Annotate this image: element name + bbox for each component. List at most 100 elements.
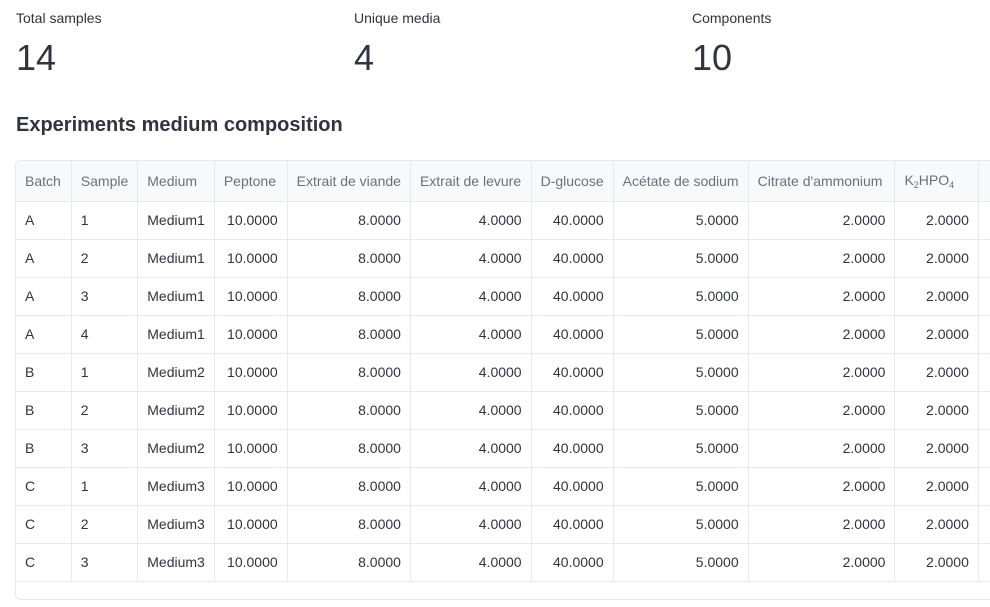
table-row[interactable]: B 1 Medium2 10.0000 8.0000 4.0000 40.0000 5.000…	[16, 353, 990, 392]
cell-extrait-de-viande[interactable]: 8.0000	[287, 505, 411, 544]
cell-acetate-de-sodium[interactable]: 5.0000	[613, 391, 749, 430]
column-header-extrait-de-viande[interactable]: Extrait de viande	[287, 161, 411, 202]
table-row[interactable]: C 3 Medium3 10.0000 8.0000 4.0000 40.0000 5.000…	[16, 543, 990, 582]
cell-citrate-d-ammonium[interactable]: 2.0000	[748, 239, 896, 278]
table-row[interactable]: A 4 Medium1 10.0000 8.0000 4.0000 40.0000 5.000…	[16, 315, 990, 354]
cell-acetate-de-sodium[interactable]: 5.0000	[613, 315, 749, 354]
cell-k2hpo4[interactable]: 2.0000	[894, 353, 979, 392]
table-row[interactable]: B 2 Medium2 10.0000 8.0000 4.0000 40.0000 5.000…	[16, 391, 990, 430]
cell-extrait-de-levure[interactable]: 4.0000	[410, 391, 532, 430]
cell-medium[interactable]: Medium3	[137, 543, 215, 582]
cell-extrait-de-viande[interactable]: 8.0000	[287, 201, 411, 240]
cell-peptone[interactable]: 10.0000	[214, 543, 288, 582]
cell-citrate-d-ammonium[interactable]: 2.0000	[748, 277, 896, 316]
cell-acetate-de-sodium[interactable]: 5.0000	[613, 543, 749, 582]
cell-extrait-de-viande[interactable]: 8.0000	[287, 543, 411, 582]
cell-d-glucose[interactable]: 40.0000	[531, 391, 614, 430]
cell-citrate-d-ammonium[interactable]: 2.0000	[748, 505, 896, 544]
cell-citrate-d-ammonium[interactable]: 2.0000	[748, 315, 896, 354]
cell-d-glucose[interactable]: 40.0000	[531, 467, 614, 506]
cell-extrait-de-viande[interactable]: 8.0000	[287, 315, 411, 354]
cell-peptone[interactable]: 10.0000	[214, 239, 288, 278]
cell-extrait-de-levure[interactable]: 4.0000	[410, 467, 532, 506]
cell-peptone[interactable]: 10.0000	[214, 467, 288, 506]
cell-extrait-de-viande[interactable]: 8.0000	[287, 277, 411, 316]
cell-medium[interactable]: Medium2	[137, 391, 215, 430]
cell-medium[interactable]: Medium3	[137, 467, 215, 506]
cell-k2hpo4[interactable]: 2.0000	[894, 543, 979, 582]
cell-batch[interactable]: B	[16, 391, 72, 430]
cell-extrait-de-viande[interactable]: 8.0000	[287, 391, 411, 430]
cell-k2hpo4[interactable]: 2.0000	[894, 391, 979, 430]
cell-medium[interactable]: Medium1	[137, 315, 215, 354]
cell-d-glucose[interactable]: 40.0000	[531, 315, 614, 354]
cell-peptone[interactable]: 10.0000	[214, 277, 288, 316]
cell-d-glucose[interactable]: 40.0000	[531, 543, 614, 582]
cell-d-glucose[interactable]: 40.0000	[531, 277, 614, 316]
cell-citrate-d-ammonium[interactable]: 2.0000	[748, 353, 896, 392]
cell-peptone[interactable]: 10.0000	[214, 201, 288, 240]
cell-sample[interactable]: 3	[71, 543, 139, 582]
cell-citrate-d-ammonium[interactable]: 2.0000	[748, 467, 896, 506]
cell-extrait-de-levure[interactable]: 4.0000	[410, 505, 532, 544]
cell-k2hpo4[interactable]: 2.0000	[894, 429, 979, 468]
cell-sample[interactable]: 4	[71, 315, 139, 354]
cell-medium[interactable]: Medium1	[137, 277, 215, 316]
cell-acetate-de-sodium[interactable]: 5.0000	[613, 429, 749, 468]
cell-batch[interactable]: B	[16, 353, 72, 392]
column-header-citrate-d-ammonium[interactable]: Citrate d'ammonium	[748, 161, 896, 202]
cell-d-glucose[interactable]: 40.0000	[531, 429, 614, 468]
cell-acetate-de-sodium[interactable]: 5.0000	[613, 239, 749, 278]
cell-peptone[interactable]: 10.0000	[214, 505, 288, 544]
cell-extrait-de-levure[interactable]: 4.0000	[410, 239, 532, 278]
cell-k2hpo4[interactable]: 2.0000	[894, 239, 979, 278]
cell-extrait-de-levure[interactable]: 4.0000	[410, 201, 532, 240]
cell-extrait-de-levure[interactable]: 4.0000	[410, 429, 532, 468]
cell-extrait-de-viande[interactable]: 8.0000	[287, 467, 411, 506]
column-header-batch[interactable]: Batch	[16, 161, 72, 202]
cell-sample[interactable]: 1	[71, 467, 139, 506]
cell-peptone[interactable]: 10.0000	[214, 429, 288, 468]
cell-sample[interactable]: 2	[71, 391, 139, 430]
cell-sample[interactable]: 1	[71, 201, 139, 240]
column-header-acetate-de-sodium[interactable]: Acétate de sodium	[613, 161, 749, 202]
cell-acetate-de-sodium[interactable]: 5.0000	[613, 467, 749, 506]
column-header-d-glucose[interactable]: D-glucose	[531, 161, 614, 202]
cell-extrait-de-levure[interactable]: 4.0000	[410, 353, 532, 392]
cell-sample[interactable]: 1	[71, 353, 139, 392]
cell-k2hpo4[interactable]: 2.0000	[894, 505, 979, 544]
cell-citrate-d-ammonium[interactable]: 2.0000	[748, 429, 896, 468]
cell-medium[interactable]: Medium2	[137, 429, 215, 468]
table-row[interactable]: B 3 Medium2 10.0000 8.0000 4.0000 40.0000 5.000…	[16, 429, 990, 468]
column-header-k2hpo4[interactable]: K2HPO4	[894, 161, 979, 202]
cell-d-glucose[interactable]: 40.0000	[531, 239, 614, 278]
cell-acetate-de-sodium[interactable]: 5.0000	[613, 353, 749, 392]
cell-peptone[interactable]: 10.0000	[214, 391, 288, 430]
cell-medium[interactable]: Medium1	[137, 201, 215, 240]
table-row[interactable]: C 1 Medium3 10.0000 8.0000 4.0000 40.0000 5.000…	[16, 467, 990, 506]
cell-batch[interactable]: C	[16, 543, 72, 582]
cell-medium[interactable]: Medium3	[137, 505, 215, 544]
cell-peptone[interactable]: 10.0000	[214, 315, 288, 354]
cell-k2hpo4[interactable]: 2.0000	[894, 315, 979, 354]
cell-batch[interactable]: A	[16, 315, 72, 354]
cell-citrate-d-ammonium[interactable]: 2.0000	[748, 391, 896, 430]
cell-batch[interactable]: C	[16, 467, 72, 506]
cell-batch[interactable]: B	[16, 429, 72, 468]
cell-extrait-de-levure[interactable]: 4.0000	[410, 277, 532, 316]
data-table[interactable]: Batch Sample Medium Peptone Extrait de v…	[15, 160, 990, 600]
cell-medium[interactable]: Medium2	[137, 353, 215, 392]
cell-batch[interactable]: A	[16, 239, 72, 278]
cell-d-glucose[interactable]: 40.0000	[531, 505, 614, 544]
cell-k2hpo4[interactable]: 2.0000	[894, 277, 979, 316]
cell-sample[interactable]: 3	[71, 277, 139, 316]
cell-sample[interactable]: 2	[71, 239, 139, 278]
cell-acetate-de-sodium[interactable]: 5.0000	[613, 505, 749, 544]
cell-sample[interactable]: 3	[71, 429, 139, 468]
table-row[interactable]: A 1 Medium1 10.0000 8.0000 4.0000 40.0000 5.000…	[16, 201, 990, 240]
table-row[interactable]: C 2 Medium3 10.0000 8.0000 4.0000 40.0000 5.000…	[16, 505, 990, 544]
cell-extrait-de-viande[interactable]: 8.0000	[287, 239, 411, 278]
cell-k2hpo4[interactable]: 2.0000	[894, 467, 979, 506]
column-header-medium[interactable]: Medium	[137, 161, 215, 202]
column-header-sample[interactable]: Sample	[71, 161, 139, 202]
